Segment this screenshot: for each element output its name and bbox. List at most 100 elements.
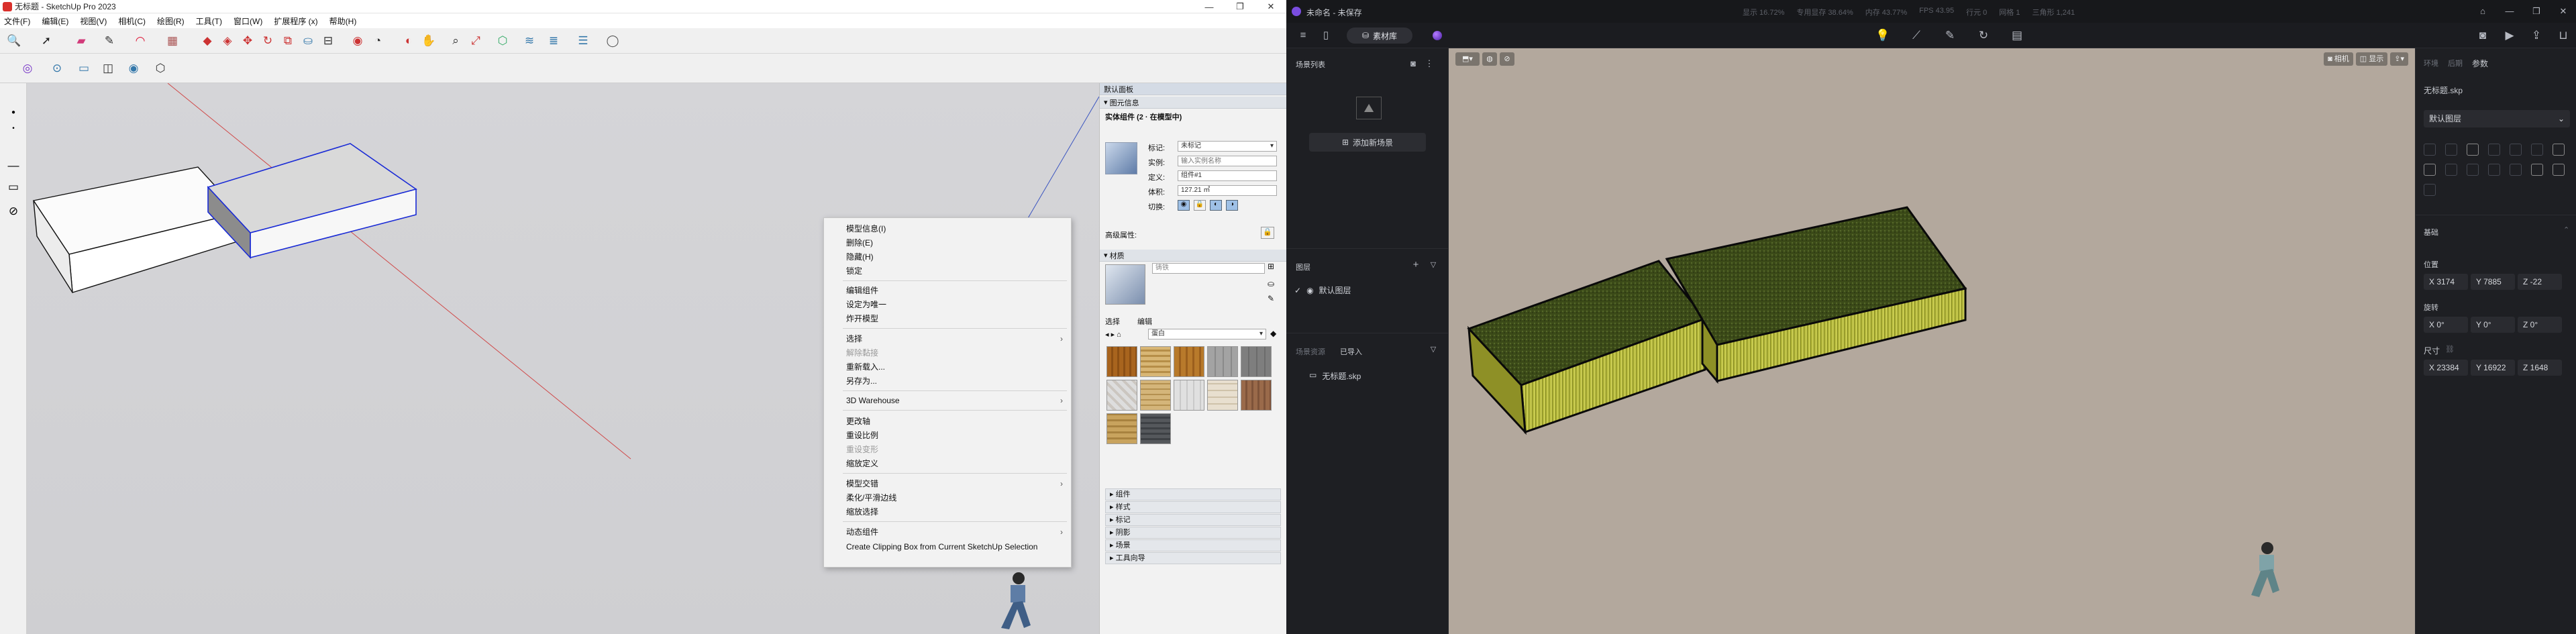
maximize-button[interactable]: ❐ [1225, 0, 1255, 13]
tool-icon-11[interactable] [2488, 164, 2500, 176]
search-icon[interactable]: 🔍 [5, 32, 23, 50]
menu-icon[interactable]: ≡ [1294, 27, 1312, 44]
minimize-button[interactable]: — [1194, 0, 1225, 13]
tab-select[interactable]: 选择 [1105, 316, 1120, 327]
tray-scenes[interactable]: ▸ 场景 [1105, 539, 1281, 551]
walk-icon[interactable]: ⬡ [152, 60, 169, 77]
video-icon[interactable]: ▶ [2501, 27, 2518, 44]
file-row[interactable]: ▭ 无标题.skp [1309, 370, 1361, 382]
material-name-field[interactable]: 铸铁 [1152, 263, 1265, 274]
zoom-extents-icon[interactable]: ⤢ [467, 32, 484, 50]
tab-imported[interactable]: 已导入 [1340, 346, 1362, 357]
lock-icon[interactable]: 🔒 [1261, 227, 1274, 239]
tab-post[interactable]: 后期 [2448, 58, 2463, 69]
hand-icon[interactable]: ✋ [420, 32, 437, 50]
tray-components[interactable]: ▸ 组件 [1105, 488, 1281, 500]
tab-edit[interactable]: 编辑 [1137, 316, 1152, 327]
minimize-icon[interactable]: — [2501, 3, 2518, 20]
menu-camera[interactable]: 相机(C) [118, 15, 146, 27]
menu-window[interactable]: 窗口(W) [234, 15, 262, 27]
section-plane-icon[interactable]: ◐ [400, 32, 417, 50]
library-select[interactable]: 蛋白 ▾ [1148, 329, 1266, 339]
material-thumb-3[interactable] [1174, 346, 1204, 377]
move-tool-icon[interactable]: ✥ [239, 32, 256, 50]
tool-icon-10[interactable] [2467, 164, 2479, 176]
settings-icon[interactable]: ⌂ [2474, 3, 2491, 20]
box-icon[interactable]: ▭ [5, 178, 22, 196]
tool-icon-14[interactable] [2553, 164, 2565, 176]
tray-shadows[interactable]: ▸ 阴影 [1105, 527, 1281, 539]
more-icon[interactable]: ⋮ [1421, 55, 1438, 72]
menu-item-scale-definition[interactable]: 缩放定义 [846, 457, 878, 470]
material-thumb-5[interactable] [1241, 346, 1272, 377]
menu-item-zoom-selection[interactable]: 缩放选择 [846, 505, 878, 519]
small-dot-icon[interactable]: • [5, 119, 22, 137]
hidden-toggle-icon[interactable]: ◉ [1178, 200, 1190, 211]
chevron-up-icon[interactable]: ⌃ [2563, 225, 2569, 234]
tray-tags[interactable]: ▸ 标记 [1105, 514, 1281, 526]
menu-edit[interactable]: 编辑(E) [42, 15, 68, 27]
tool-icon-2[interactable] [2445, 144, 2457, 156]
maximize-icon[interactable]: ❐ [2528, 3, 2545, 20]
menu-item-3d-warehouse[interactable]: 3D Warehouse › [846, 394, 1071, 407]
dot-tool-icon[interactable]: ● [5, 103, 22, 121]
inbox-icon[interactable]: ⊔ [2555, 27, 2572, 44]
tool-icon-5[interactable] [2510, 144, 2522, 156]
menu-tools[interactable]: 工具(T) [196, 15, 222, 27]
drape-icon[interactable]: ≣ [545, 32, 562, 50]
rotation-y-input[interactable]: Y 0° [2471, 317, 2515, 333]
menu-item-soften-edges[interactable]: 柔化/平滑边线 [846, 491, 896, 505]
tray-instructor[interactable]: ▸ 工具向导 [1105, 552, 1281, 564]
tool-icon-9[interactable] [2445, 164, 2457, 176]
scale-tool-icon[interactable]: ⧉ [279, 32, 297, 50]
material-thumb-10[interactable] [1241, 380, 1272, 411]
arc-tool-icon[interactable]: ◠ [132, 32, 149, 50]
protractor-icon[interactable]: ◔ [369, 32, 387, 50]
menu-item-explode[interactable]: 炸开模型 [846, 312, 878, 325]
tool-icon-1[interactable] [2424, 144, 2436, 156]
menu-help[interactable]: 帮助(H) [329, 15, 357, 27]
filter-icon[interactable]: ▽ [1425, 341, 1442, 358]
tool-icon-13[interactable] [2531, 164, 2543, 176]
line-tool-icon[interactable]: ✎ [101, 32, 118, 50]
size-y-input[interactable]: Y 16922 [2471, 360, 2515, 376]
layer-select[interactable]: 默认图层 ⌄ [2424, 110, 2570, 127]
menu-item-lock[interactable]: 锁定 [846, 264, 862, 278]
menu-item-clipping-box[interactable]: Create Clipping Box from Current SketchU… [846, 540, 1037, 553]
tool-icon-12[interactable] [2510, 164, 2522, 176]
tape-measure-icon[interactable]: ◉ [349, 32, 366, 50]
eyedropper-icon[interactable]: ✎ [1268, 294, 1274, 303]
pan-icon[interactable]: ⊙ [48, 60, 66, 77]
paint-bucket-icon[interactable]: ⛀ [299, 32, 317, 50]
menu-item-model-info[interactable]: 模型信息(I) [846, 222, 886, 235]
menu-item-edit-component[interactable]: 编辑组件 [846, 284, 878, 297]
sandbox-icon[interactable]: ⬡ [494, 32, 511, 50]
material-thumb-2[interactable] [1140, 346, 1171, 377]
brush-icon[interactable]: ✎ [1941, 27, 1959, 44]
menu-item-reset-scale[interactable]: 重设比例 [846, 429, 878, 442]
tool-icon-6[interactable] [2531, 144, 2543, 156]
line-style-icon[interactable]: — [5, 157, 22, 174]
user-icon[interactable]: ◯ [604, 32, 621, 50]
eraser-icon[interactable]: ▰ [72, 32, 90, 50]
camera-add-icon[interactable]: ◙ [1404, 55, 1422, 72]
menu-draw[interactable]: 绘图(R) [157, 15, 185, 27]
light-icon[interactable]: 💡 [1874, 27, 1892, 44]
material-thumb-4[interactable] [1207, 346, 1238, 377]
measure-icon[interactable]: ⟋ [1908, 27, 1925, 44]
rotate-tool-icon[interactable]: ↻ [259, 32, 276, 50]
rotation-z-input[interactable]: Z 0° [2518, 317, 2562, 333]
hide-icon[interactable]: ⊘ [5, 203, 22, 220]
material-thumb-11[interactable] [1106, 413, 1137, 444]
material-thumb-7[interactable] [1140, 380, 1171, 411]
tab-scene-assets[interactable]: 场景资源 [1296, 346, 1325, 357]
lock-toggle-icon[interactable]: 🔒 [1194, 200, 1206, 211]
material-thumb-12[interactable] [1140, 413, 1171, 444]
shadow-receive-icon[interactable]: ◑ [1226, 200, 1238, 211]
tool-icon-4[interactable] [2488, 144, 2500, 156]
material-thumb-8[interactable] [1174, 380, 1204, 411]
material-thumb-6[interactable] [1106, 380, 1137, 411]
zoom-icon[interactable]: ⌕ [447, 32, 464, 50]
offset-tool-icon[interactable]: ⊟ [319, 32, 337, 50]
undo-icon[interactable] [2424, 164, 2436, 176]
